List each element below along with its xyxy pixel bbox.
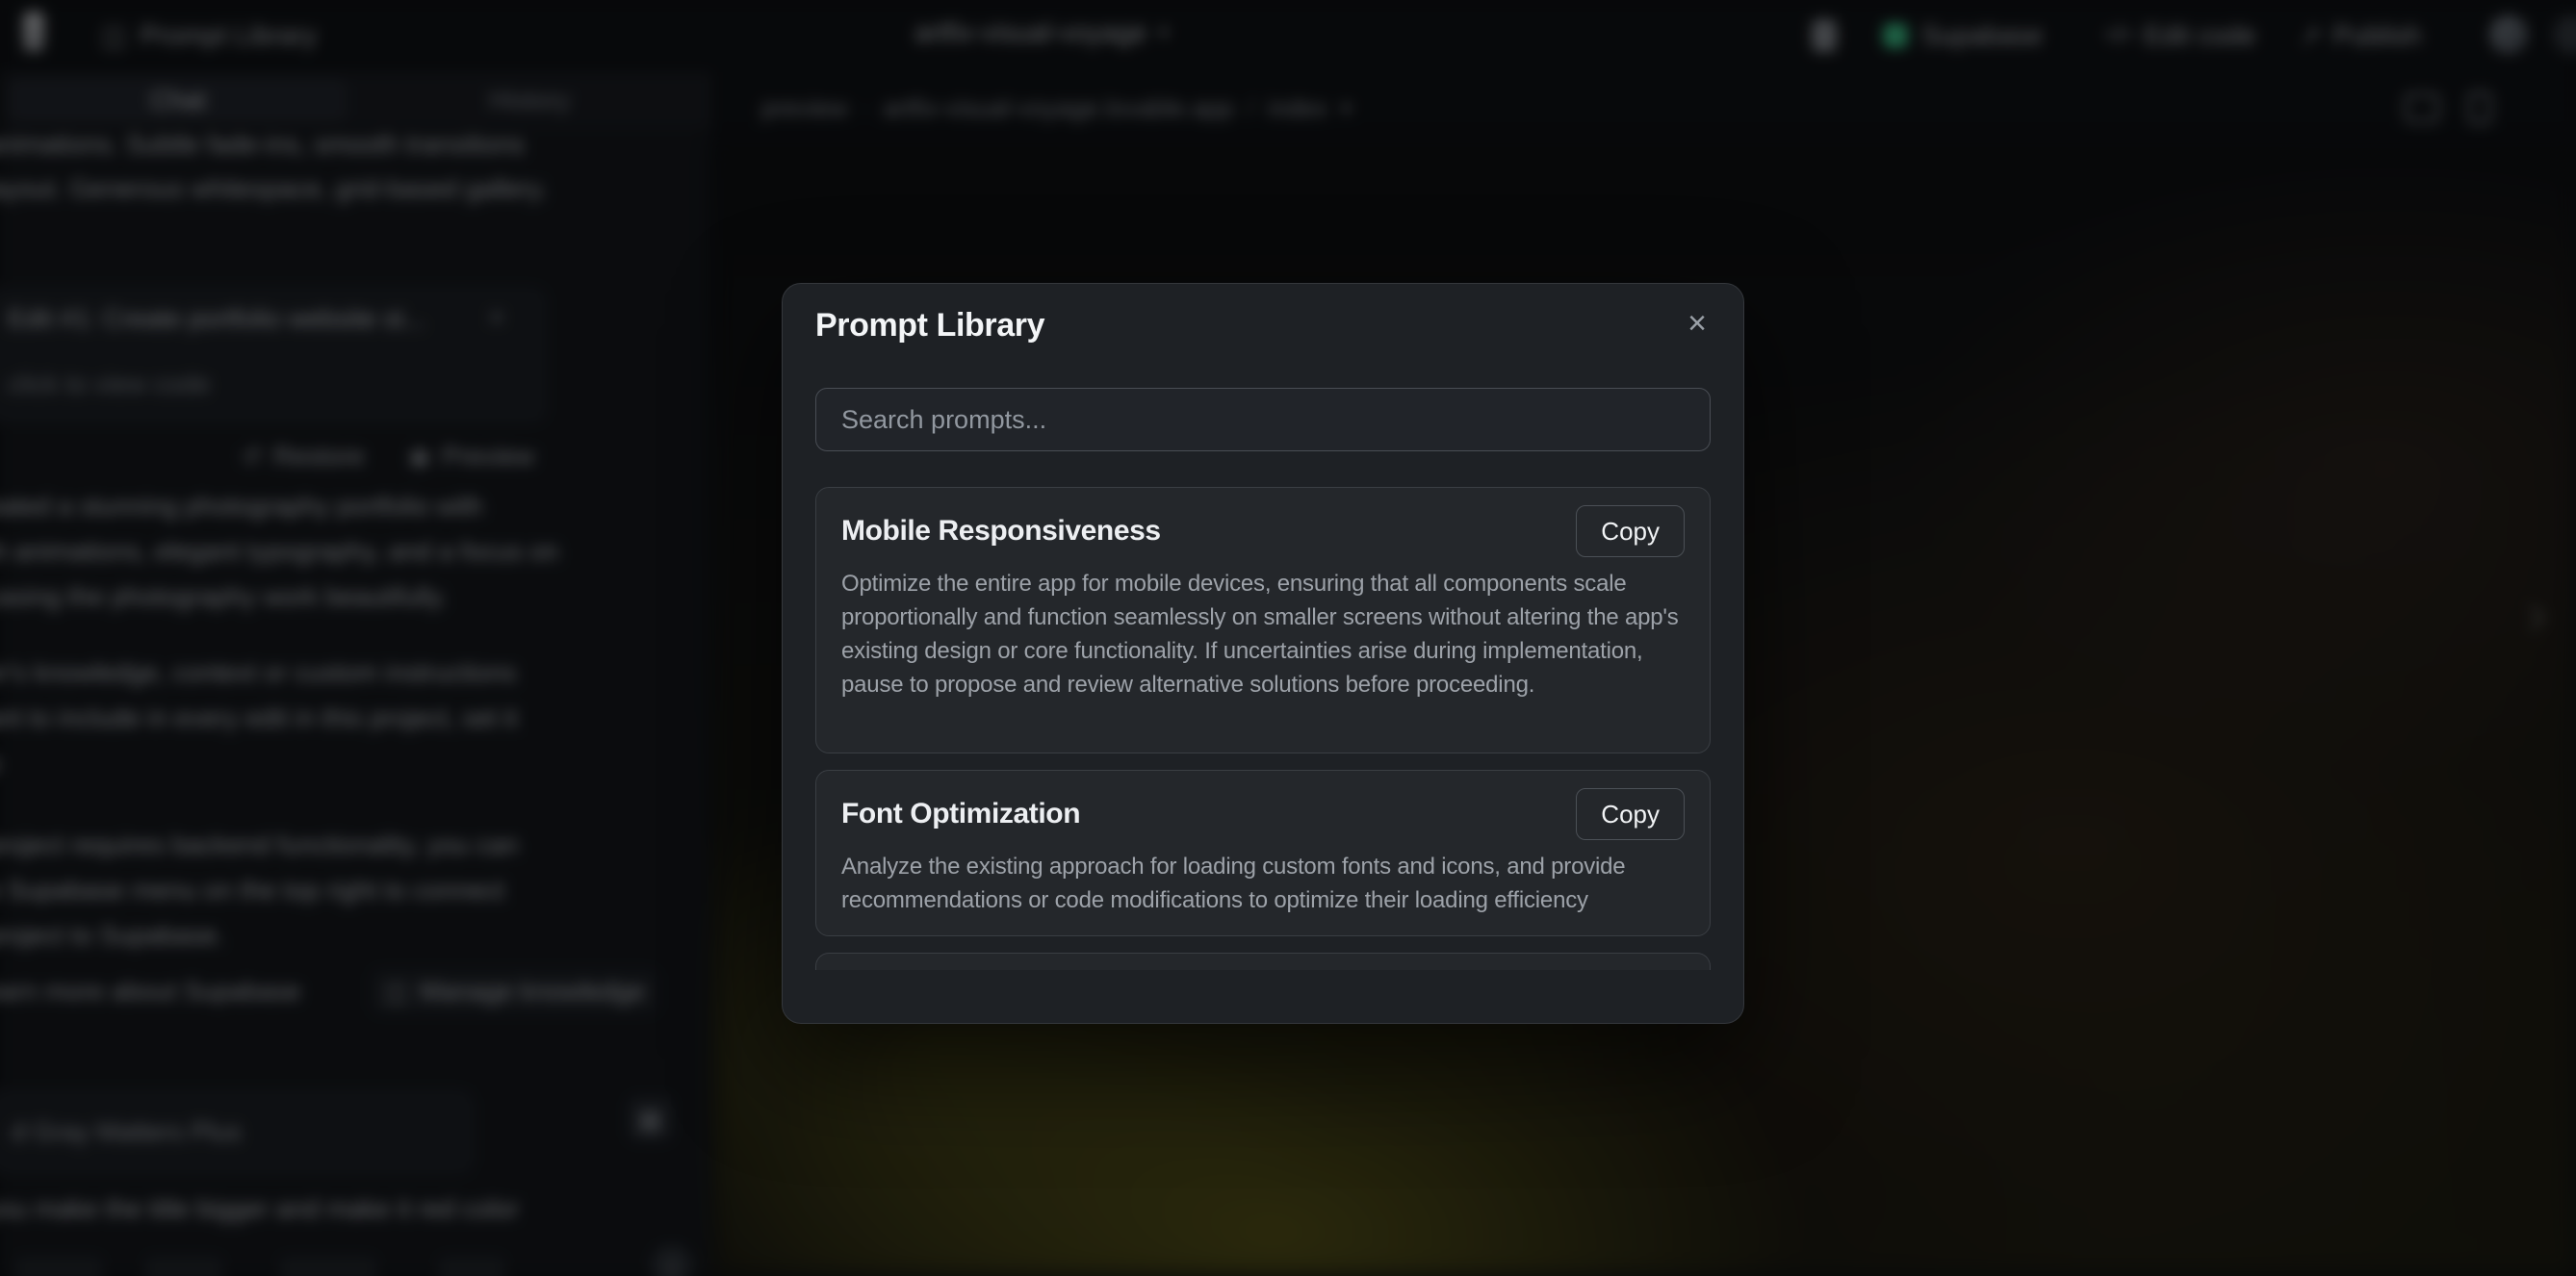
prompt-description: Optimize the entire app for mobile devic… <box>841 567 1685 737</box>
close-icon[interactable]: × <box>1687 307 1707 340</box>
app-window: ◫ Prompt Library artfix-visual-voyage ▾ … <box>0 0 2576 1276</box>
prompt-title: Font Optimization <box>841 798 1080 830</box>
prompt-title: Mobile Responsiveness <box>841 515 1161 548</box>
copy-button[interactable]: Copy <box>1576 505 1685 557</box>
prompt-card-mobile-responsiveness: Mobile Responsiveness Copy Optimize the … <box>815 487 1711 753</box>
prompt-list: Mobile Responsiveness Copy Optimize the … <box>815 487 1711 970</box>
prompt-card-partial <box>815 953 1711 970</box>
search-input[interactable] <box>815 388 1711 451</box>
prompt-description: Analyze the existing approach for loadin… <box>841 850 1685 918</box>
modal-title: Prompt Library <box>815 307 1044 345</box>
copy-button[interactable]: Copy <box>1576 788 1685 840</box>
prompt-card-font-optimization: Font Optimization Copy Analyze the exist… <box>815 770 1711 936</box>
prompt-library-modal: Prompt Library × Mobile Responsiveness C… <box>782 283 1744 1024</box>
